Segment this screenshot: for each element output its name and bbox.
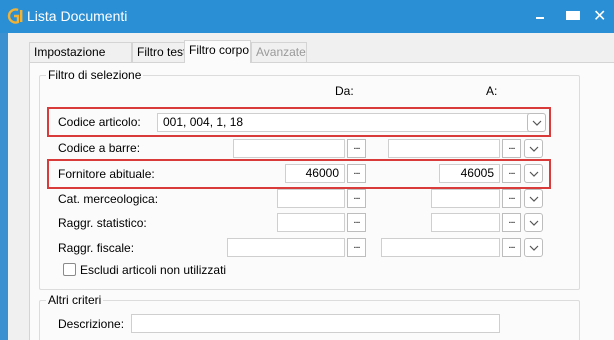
- raggr-fiscale-label: Raggr. fiscale:: [58, 241, 135, 255]
- raggr-fiscale-from-browse-button[interactable]: ...: [347, 238, 366, 257]
- raggr-fiscale-to-input[interactable]: [381, 238, 500, 257]
- raggr-statistico-from-browse-button[interactable]: ...: [347, 213, 366, 232]
- codice-a-barre-to-browse-button[interactable]: ...: [502, 139, 521, 158]
- fornitore-abituale-from-browse-button[interactable]: ...: [347, 164, 366, 183]
- raggr-statistico-to-browse-button[interactable]: ...: [502, 213, 521, 232]
- codice-a-barre-label: Codice a barre:: [58, 141, 141, 155]
- tab-filtro-corpo[interactable]: Filtro corpo: [184, 40, 251, 63]
- chevron-down-icon: [532, 120, 542, 126]
- raggr-statistico-from-input[interactable]: [277, 213, 345, 232]
- tab-filtro-testata[interactable]: Filtro testata: [132, 42, 203, 62]
- window-left-border: [0, 33, 8, 340]
- fornitore-abituale-to-input[interactable]: 46005: [439, 164, 500, 183]
- codice-articolo-input[interactable]: 001, 004, 1, 18: [157, 113, 529, 132]
- chevron-down-icon: [529, 245, 539, 251]
- raggr-fiscale-dropdown[interactable]: [524, 238, 543, 257]
- chevron-down-icon: [529, 146, 539, 152]
- cat-merceologica-from-browse-button[interactable]: ...: [347, 189, 366, 208]
- exclude-unused-checkbox[interactable]: [63, 263, 76, 276]
- title-bar: Lista Documenti ✕: [0, 0, 614, 33]
- column-header-from: Da:: [335, 84, 354, 98]
- chevron-down-icon: [529, 220, 539, 226]
- maximize-icon: [566, 11, 580, 20]
- tab-impostazione[interactable]: Impostazione: [29, 42, 132, 62]
- fornitore-abituale-from-input[interactable]: 46000: [285, 164, 345, 183]
- raggr-statistico-dropdown[interactable]: [524, 213, 543, 232]
- fornitore-abituale-to-browse-button[interactable]: ...: [502, 164, 521, 183]
- cat-merceologica-from-input[interactable]: [277, 189, 345, 208]
- window-body: Impostazione Filtro testata Filtro corpo…: [0, 33, 614, 340]
- descrizione-label: Descrizione:: [58, 317, 125, 331]
- codice-a-barre-from-input[interactable]: [233, 139, 345, 158]
- raggr-fiscale-from-input[interactable]: [227, 238, 345, 257]
- raggr-statistico-to-input[interactable]: [431, 213, 500, 232]
- column-header-to: A:: [486, 84, 498, 98]
- app-logo-icon: [7, 8, 23, 24]
- descrizione-input[interactable]: [131, 314, 500, 333]
- filter-group-legend: Filtro di selezione: [46, 68, 144, 82]
- close-icon: ✕: [593, 6, 607, 25]
- other-criteria-legend: Altri criteri: [46, 293, 104, 307]
- fornitore-abituale-dropdown[interactable]: [524, 164, 543, 183]
- exclude-unused-label[interactable]: Escludi articoli non utilizzati: [80, 263, 226, 277]
- minimize-icon: [536, 17, 544, 19]
- codice-a-barre-from-browse-button[interactable]: ...: [347, 139, 366, 158]
- minimize-button[interactable]: [524, 0, 554, 33]
- cat-merceologica-to-input[interactable]: [431, 189, 500, 208]
- cat-merceologica-to-browse-button[interactable]: ...: [502, 189, 521, 208]
- chevron-down-icon: [529, 196, 539, 202]
- codice-articolo-dropdown[interactable]: [527, 113, 546, 132]
- chevron-down-icon: [529, 171, 539, 177]
- codice-a-barre-dropdown[interactable]: [524, 139, 543, 158]
- raggr-statistico-label: Raggr. statistico:: [58, 216, 147, 230]
- tab-avanzate[interactable]: Avanzate: [251, 42, 307, 62]
- codice-a-barre-to-input[interactable]: [388, 139, 500, 158]
- window-title: Lista Documenti: [27, 8, 128, 24]
- codice-articolo-label: Codice articolo:: [58, 115, 141, 129]
- fornitore-abituale-label: Fornitore abituale:: [58, 167, 155, 181]
- maximize-button[interactable]: [555, 0, 585, 33]
- cat-merceologica-dropdown[interactable]: [524, 189, 543, 208]
- tab-panel: Filtro di selezione Da: A: Codice artico…: [29, 62, 614, 340]
- cat-merceologica-label: Cat. merceologica:: [58, 192, 159, 206]
- close-button[interactable]: ✕: [584, 0, 614, 33]
- raggr-fiscale-to-browse-button[interactable]: ...: [502, 238, 521, 257]
